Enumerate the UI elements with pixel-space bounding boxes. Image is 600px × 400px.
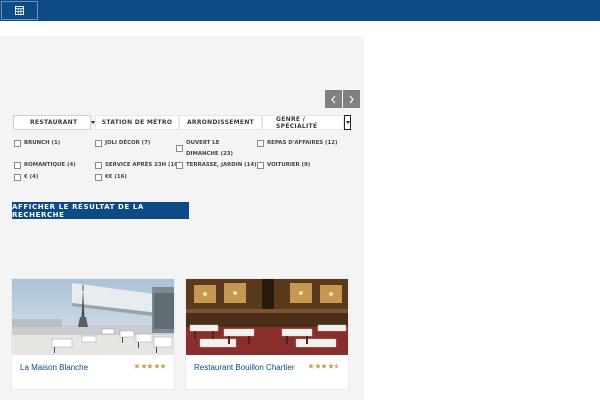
- star-icon: [147, 363, 153, 369]
- filter-label: € (4): [24, 174, 39, 180]
- filter-label: SERVICE APRÈS 23H (10): [105, 162, 181, 168]
- checkbox[interactable]: [14, 162, 21, 169]
- prev-button[interactable]: [325, 90, 342, 108]
- restaurant-card[interactable]: Restaurant Bouillon Chartier: [185, 278, 349, 390]
- restaurant-photo: [12, 279, 174, 355]
- rating-stars: [134, 363, 167, 369]
- category-tabs: RESTAURANT STATION DE MÉTRO ARRONDISSEME…: [13, 115, 351, 130]
- star-icon: [327, 363, 334, 369]
- restaurant-photo: [186, 279, 348, 355]
- filter-terrasse-jardin[interactable]: TERRASSE, JARDIN (14): [176, 160, 257, 171]
- checkbox[interactable]: [95, 162, 102, 169]
- top-bar: [0, 0, 600, 21]
- tab-arrondissement-label: ARRONDISSEMENT: [186, 119, 255, 126]
- filter-label: €€ (16): [105, 174, 127, 180]
- filter-label: ROMANTIQUE (4): [24, 162, 76, 168]
- filter-brunch[interactable]: BRUNCH (1): [14, 138, 60, 149]
- checkbox[interactable]: [176, 145, 183, 152]
- star-icon: [140, 363, 147, 369]
- tab-arrondissement[interactable]: ARRONDISSEMENT: [179, 115, 262, 130]
- filter-joli-decor[interactable]: JOLI DÉCOR (7): [95, 138, 150, 149]
- star-icon: [134, 363, 140, 369]
- filter-label: TERRASSE, JARDIN (14): [186, 162, 257, 168]
- calendar-icon: [15, 6, 24, 15]
- filter-label: JOLI DÉCOR (7): [105, 140, 151, 146]
- filter-label: REPAS D'AFFAIRES (12): [267, 140, 338, 146]
- restaurant-select-label: RESTAURANT: [30, 119, 78, 126]
- star-icon: [308, 363, 314, 369]
- restaurant-name[interactable]: Restaurant Bouillon Chartier: [194, 362, 304, 373]
- chevron-left-icon: [331, 95, 336, 103]
- filter-service-apres-23h[interactable]: SERVICE APRÈS 23H (10): [95, 160, 180, 171]
- star-icon: [160, 363, 166, 369]
- restaurant-select[interactable]: RESTAURANT: [13, 115, 96, 130]
- show-results-button[interactable]: AFFICHER LE RÉSULTAT DE LA RECHERCHE: [12, 202, 189, 219]
- filter-romantique[interactable]: ROMANTIQUE (4): [14, 160, 76, 171]
- tab-dropdown-button[interactable]: [344, 115, 351, 130]
- checkbox[interactable]: [257, 162, 264, 169]
- filter-label: OUVERT LE DIMANCHE (23): [186, 140, 233, 157]
- checkbox[interactable]: [95, 140, 102, 147]
- pager: [325, 90, 360, 108]
- tab-metro-station[interactable]: STATION DE MÉTRO: [95, 115, 179, 130]
- caret-down-icon: [345, 121, 350, 124]
- tab-genre-specialty[interactable]: GENRE / SPÉCIALITÉ: [262, 115, 344, 130]
- filter-label: BRUNCH (1): [24, 140, 61, 146]
- calendar-button[interactable]: [1, 1, 38, 20]
- chevron-right-icon: [349, 95, 354, 103]
- filter-voiturier[interactable]: VOITURIER (9): [257, 160, 310, 171]
- restaurant-card[interactable]: La Maison Blanche: [11, 278, 175, 390]
- filter-ouvert-dimanche[interactable]: OUVERT LE DIMANCHE (23): [176, 138, 252, 160]
- checkbox[interactable]: [257, 140, 264, 147]
- filter-price-2[interactable]: €€ (16): [95, 172, 127, 183]
- filter-label: VOITURIER (9): [267, 162, 311, 168]
- star-icon: [153, 363, 160, 369]
- tab-genre-specialty-label: GENRE / SPÉCIALITÉ: [276, 115, 318, 130]
- checkbox[interactable]: [95, 174, 102, 181]
- filter-repas-affaires[interactable]: REPAS D'AFFAIRES (12): [257, 138, 337, 149]
- tab-metro-station-label: STATION DE MÉTRO: [101, 119, 173, 126]
- restaurant-name[interactable]: La Maison Blanche: [20, 362, 130, 373]
- checkbox[interactable]: [14, 140, 21, 147]
- next-button[interactable]: [343, 90, 360, 108]
- star-icon: [334, 363, 340, 369]
- filter-price-1[interactable]: € (4): [14, 172, 38, 183]
- checkbox[interactable]: [14, 174, 21, 181]
- star-icon: [321, 363, 327, 369]
- checkbox[interactable]: [176, 162, 183, 169]
- star-icon: [314, 363, 321, 369]
- rating-stars: [308, 363, 341, 369]
